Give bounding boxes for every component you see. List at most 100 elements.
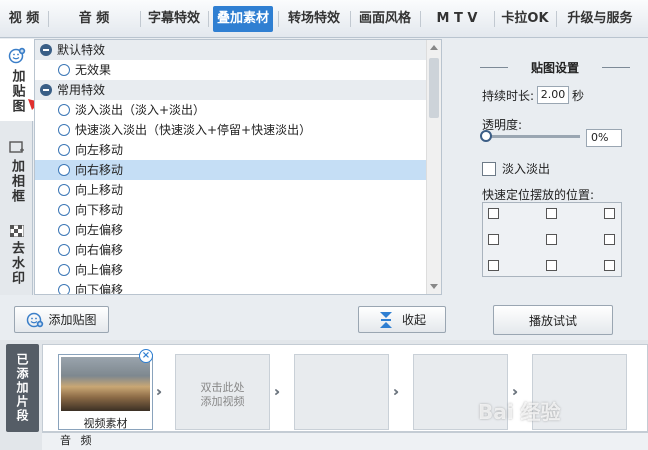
tab-overlay-material-label: 叠加素材 xyxy=(212,5,273,32)
tab-upgrade-service-label: 升级与服务 xyxy=(567,10,633,26)
radio-icon[interactable] xyxy=(58,124,70,136)
tab-picture-style[interactable]: 画面风格 xyxy=(350,0,420,38)
baidu-watermark: Bai 经验 xyxy=(478,400,561,424)
collapse-button[interactable]: 收起 xyxy=(358,306,446,333)
tab-audio[interactable]: 音 频 xyxy=(48,0,140,38)
effect-item[interactable]: 向左偏移 xyxy=(35,220,441,240)
group-common-label: 常用特效 xyxy=(57,83,106,97)
effect-item[interactable]: 快速淡入淡出（快速淡入+停留+快速淡出） xyxy=(35,120,441,140)
radio-icon[interactable] xyxy=(58,144,70,156)
radio-icon[interactable] xyxy=(58,264,70,276)
chevron-right-icon: ››› xyxy=(274,385,280,400)
effect-item[interactable]: 向右偏移 xyxy=(35,240,441,260)
effect-item-label: 向左偏移 xyxy=(75,223,124,237)
tab-video-label: 视 频 xyxy=(8,10,40,26)
radio-icon[interactable] xyxy=(58,284,70,294)
position-center[interactable] xyxy=(546,234,557,245)
opacity-slider[interactable] xyxy=(480,130,580,142)
add-sticker-label: 添加贴图 xyxy=(48,313,97,327)
position-middle-right[interactable] xyxy=(604,234,615,245)
group-common-effects[interactable]: 常用特效 xyxy=(35,80,441,100)
position-top-center[interactable] xyxy=(546,208,557,219)
clip-thumbnail[interactable]: 视频素材 xyxy=(58,354,153,430)
position-label: 快速定位摆放的位置: xyxy=(482,188,595,202)
duration-row: 持续时长: 2.00 秒 xyxy=(482,86,584,104)
position-middle-left[interactable] xyxy=(488,234,499,245)
checker-icon xyxy=(9,225,24,237)
empty-clip-slot[interactable]: 双击此处 添加视频 xyxy=(175,354,270,430)
position-bottom-left[interactable] xyxy=(488,260,499,271)
position-top-left[interactable] xyxy=(488,208,499,219)
collapse-icon[interactable] xyxy=(40,44,52,56)
fade-label: 淡入淡出 xyxy=(502,162,551,176)
radio-icon[interactable] xyxy=(58,204,70,216)
empty-clip-hint-line1: 双击此处 xyxy=(200,381,245,394)
position-grid xyxy=(482,202,622,277)
effect-item[interactable]: 向左移动 xyxy=(35,140,441,160)
tab-subtitle-effects-label: 字幕特效 xyxy=(147,10,200,26)
chevron-right-icon: ››› xyxy=(393,385,399,400)
tab-subtitle-effects[interactable]: 字幕特效 xyxy=(140,0,208,38)
position-top-right[interactable] xyxy=(604,208,615,219)
effect-item[interactable]: 向上偏移 xyxy=(35,260,441,280)
side-tab-remove-watermark-label: 去水印 xyxy=(9,241,24,286)
radio-icon[interactable] xyxy=(58,244,70,256)
group-default-effects[interactable]: 默认特效 xyxy=(35,40,441,60)
tab-video[interactable]: 视 频 xyxy=(0,0,48,38)
empty-clip-slot[interactable] xyxy=(294,354,389,430)
effect-item-no-effect[interactable]: 无效果 xyxy=(35,60,441,80)
effect-item-label: 向上偏移 xyxy=(75,263,124,277)
added-clips-label: 已添加片段 xyxy=(6,344,39,432)
group-default-label: 默认特效 xyxy=(57,43,106,57)
smiley-add-icon xyxy=(27,312,44,327)
tab-transition-effects[interactable]: 转场特效 xyxy=(278,0,350,38)
tab-upgrade-service[interactable]: 升级与服务 xyxy=(556,0,644,38)
tab-karaoke[interactable]: 卡拉OK xyxy=(494,0,556,38)
settings-title: 贴图设置 xyxy=(480,59,630,76)
tab-audio-label: 音 频 xyxy=(78,10,110,26)
tab-mtv[interactable]: M T V xyxy=(420,0,494,38)
radio-icon[interactable] xyxy=(58,104,70,116)
tab-picture-style-label: 画面风格 xyxy=(358,10,411,26)
effect-item[interactable]: 向下移动 xyxy=(35,200,441,220)
radio-icon[interactable] xyxy=(58,64,70,76)
scrollbar-thumb[interactable] xyxy=(429,58,439,118)
fade-row: 淡入淡出 xyxy=(482,160,550,177)
opacity-slider-knob[interactable] xyxy=(480,130,492,142)
tab-karaoke-label: 卡拉OK xyxy=(501,10,549,26)
collapse-arrows-icon xyxy=(379,311,392,328)
position-bottom-right[interactable] xyxy=(604,260,615,271)
effect-item-selected[interactable]: 向右移动 xyxy=(35,160,441,180)
effect-item[interactable]: 向下偏移 xyxy=(35,280,441,295)
scroll-down-icon[interactable] xyxy=(430,284,438,289)
added-clips-text: 已添加片段 xyxy=(15,353,29,423)
effect-item[interactable]: 向上移动 xyxy=(35,180,441,200)
smiley-add-icon xyxy=(8,47,26,64)
remove-clip-icon[interactable]: × xyxy=(139,349,153,363)
collapse-label: 收起 xyxy=(401,313,426,327)
duration-input[interactable]: 2.00 xyxy=(537,86,570,104)
side-tabs: 加贴图 加相框 去水印 xyxy=(0,39,34,295)
radio-icon[interactable] xyxy=(58,224,70,236)
opacity-input[interactable]: 0% xyxy=(586,129,622,147)
side-tab-frame[interactable]: 加相框 xyxy=(0,135,33,215)
effect-list: 默认特效 无效果 常用特效 淡入淡出（淡入+淡出） 快速淡入淡出（快速淡入+停留… xyxy=(34,39,442,295)
preview-play-label: 播放试试 xyxy=(528,313,577,328)
effect-item-label: 淡入淡出（淡入+淡出） xyxy=(75,103,206,117)
preview-play-button[interactable]: 播放试试 xyxy=(493,305,613,335)
fade-checkbox[interactable] xyxy=(482,161,496,176)
scroll-up-icon[interactable] xyxy=(430,45,438,50)
tab-overlay-material[interactable]: 叠加素材 xyxy=(208,0,278,38)
effect-item-label: 向下偏移 xyxy=(75,283,124,295)
position-bottom-center[interactable] xyxy=(546,260,557,271)
collapse-icon[interactable] xyxy=(40,84,52,96)
effect-item-label: 向右移动 xyxy=(75,163,124,177)
list-scrollbar[interactable] xyxy=(426,40,441,294)
empty-clip-hint: 双击此处 添加视频 xyxy=(176,381,269,409)
radio-icon[interactable] xyxy=(58,164,70,176)
radio-icon[interactable] xyxy=(58,184,70,196)
effect-item[interactable]: 淡入淡出（淡入+淡出） xyxy=(35,100,441,120)
side-tab-remove-watermark[interactable]: 去水印 xyxy=(0,219,33,295)
top-tab-bar: 视 频 音 频 字幕特效 叠加素材 转场特效 画面风格 M T V 卡拉OK 升… xyxy=(0,0,648,38)
add-sticker-button[interactable]: 添加贴图 xyxy=(14,306,109,333)
